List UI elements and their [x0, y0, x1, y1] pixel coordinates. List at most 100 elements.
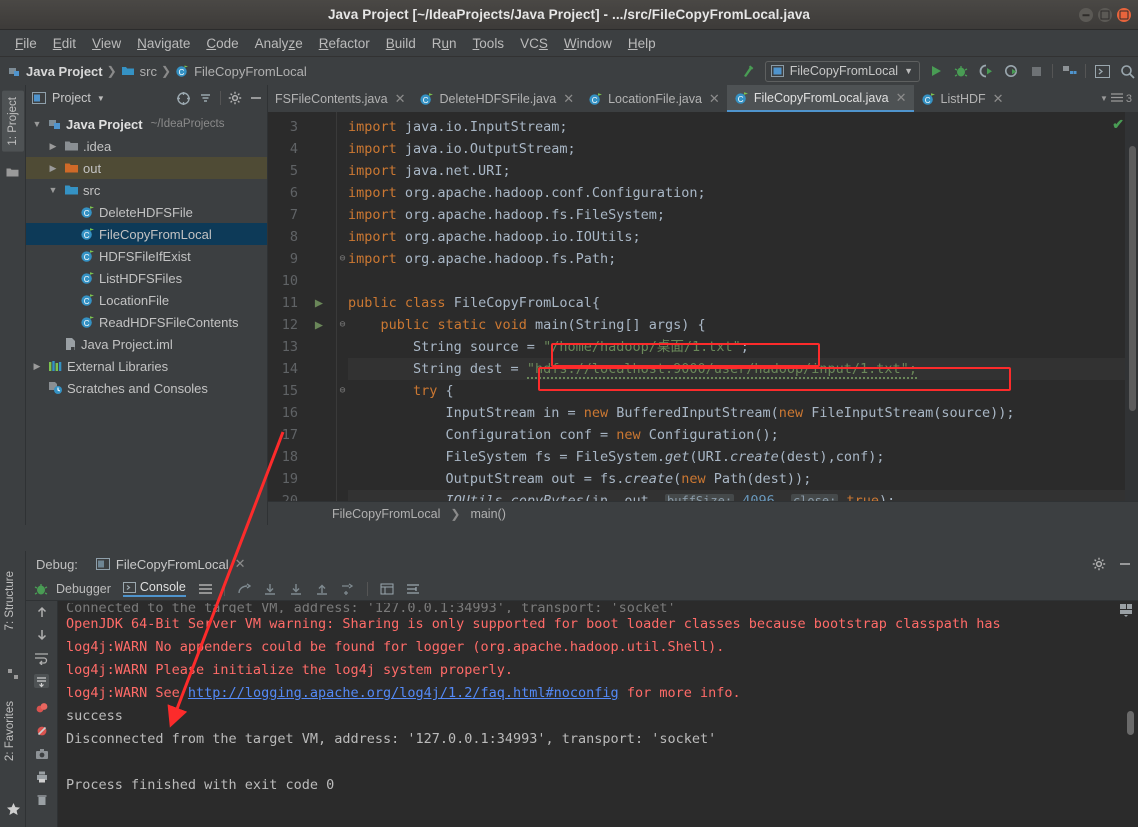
close-button[interactable]: [1117, 8, 1131, 22]
menu-item-code[interactable]: Code: [199, 34, 245, 53]
tree-node-out[interactable]: ▶ out: [26, 157, 267, 179]
run-with-coverage-button[interactable]: [977, 62, 995, 80]
hide-panel-icon[interactable]: [249, 91, 263, 105]
code-line-3[interactable]: import java.io.InputStream;: [348, 116, 1138, 138]
close-icon[interactable]: ✕: [993, 91, 1004, 107]
close-icon[interactable]: ✕: [395, 91, 406, 107]
profile-button[interactable]: [1002, 62, 1020, 80]
run-marker-gutter[interactable]: ▶ ▶: [302, 112, 336, 501]
close-icon[interactable]: ✕: [709, 91, 720, 107]
breadcrumb-src[interactable]: src: [121, 64, 157, 79]
debug-tab-console[interactable]: Console: [122, 580, 186, 597]
evaluate-expression-icon[interactable]: [380, 583, 394, 595]
tree-node-locationfile[interactable]: C LocationFile: [26, 289, 267, 311]
mute-breakpoints-icon[interactable]: [35, 724, 49, 738]
run-gutter-icon[interactable]: ▶: [302, 314, 336, 336]
fold-toggle-icon[interactable]: ⊖: [337, 380, 348, 402]
code-line-6[interactable]: import org.apache.hadoop.conf.Configurat…: [348, 182, 1138, 204]
tree-node-filecopyfromlocal[interactable]: C FileCopyFromLocal: [26, 223, 267, 245]
code-lines[interactable]: import java.io.InputStream; import java.i…: [348, 112, 1138, 501]
tree-node-java-project-iml[interactable]: Java Project.iml: [26, 333, 267, 355]
debug-button[interactable]: [952, 62, 970, 80]
step-out-icon[interactable]: [315, 583, 329, 595]
step-over-icon[interactable]: [237, 582, 251, 595]
code-line-20[interactable]: IOUtils.copyBytes(in, out, buffSize: 409…: [348, 490, 1138, 501]
editor-scrollbar[interactable]: [1129, 146, 1136, 411]
run-configuration-selector[interactable]: FileCopyFromLocal ▼: [764, 60, 920, 82]
menu-icon[interactable]: [198, 583, 212, 595]
minimize-button[interactable]: [1079, 8, 1093, 22]
code-line-18[interactable]: FileSystem fs = FileSystem.get(URI.creat…: [348, 446, 1138, 468]
menu-item-tools[interactable]: Tools: [466, 34, 512, 53]
tree-node-deletehdfsfile[interactable]: C DeleteHDFSFile: [26, 201, 267, 223]
collapse-all-icon[interactable]: [198, 91, 213, 106]
scroll-from-source-icon[interactable]: [176, 91, 191, 106]
gear-icon[interactable]: [228, 91, 242, 105]
run-gutter-icon[interactable]: ▶: [302, 292, 336, 314]
breadcrumb-class[interactable]: C FileCopyFromLocal: [175, 64, 307, 79]
tool-tab-favorites[interactable]: 2: Favorites: [4, 701, 16, 761]
breadcrumb-class-name[interactable]: FileCopyFromLocal: [332, 507, 440, 521]
close-icon[interactable]: ✕: [563, 91, 574, 107]
code-editor[interactable]: 3 4 5 6 7 8 9 10 11 12 13 14 15 16 17 18 19 20 ▶ ▶ ⊖ ⊖ ⊖ imp…: [268, 112, 1138, 501]
close-icon[interactable]: ✕: [896, 90, 907, 106]
code-line-9[interactable]: import org.apache.hadoop.fs.Path;: [348, 248, 1138, 270]
run-button[interactable]: [927, 62, 945, 80]
tree-node-java-project[interactable]: ▼ Java Project ~/IdeaProjects: [26, 113, 267, 135]
tool-tab-structure[interactable]: 7: Structure: [4, 571, 16, 630]
chevron-down-icon[interactable]: ▼: [97, 94, 105, 103]
camera-icon[interactable]: [35, 747, 49, 761]
code-line-5[interactable]: import java.net.URI;: [348, 160, 1138, 182]
tree-node-external-libraries[interactable]: ▶ External Libraries: [26, 355, 267, 377]
chevron-right-icon[interactable]: ▶: [46, 163, 60, 174]
debug-tab-debugger[interactable]: Debugger: [56, 582, 111, 596]
project-tree[interactable]: ▼ Java Project ~/IdeaProjects ▶ .idea ▶ out ▼ sr…: [26, 111, 267, 525]
arrow-up-icon[interactable]: [35, 605, 49, 619]
menu-item-file[interactable]: File: [8, 34, 44, 53]
editor-tab-fsfilecontents-java[interactable]: FSFileContents.java ✕: [268, 85, 412, 112]
close-icon[interactable]: ✕: [235, 556, 246, 572]
run-to-cursor-icon[interactable]: [341, 582, 355, 595]
trash-icon[interactable]: [35, 793, 49, 807]
code-line-10[interactable]: [348, 270, 1138, 292]
menu-item-analyze[interactable]: Analyze: [248, 34, 310, 53]
gear-icon[interactable]: [1092, 557, 1106, 571]
scroll-to-end-icon[interactable]: [34, 674, 49, 688]
console-layout-icon[interactable]: [1119, 603, 1134, 617]
menu-item-vcs[interactable]: VCS: [513, 34, 555, 53]
soft-wrap-icon[interactable]: [34, 651, 49, 665]
code-line-16[interactable]: InputStream in = new BufferedInputStream…: [348, 402, 1138, 424]
code-line-12[interactable]: public static void main(String[] args) {: [348, 314, 1138, 336]
console-link[interactable]: http://logging.apache.org/log4j/1.2/faq.…: [188, 685, 619, 701]
tree-node-hdfsfileifexist[interactable]: C HDFSFileIfExist: [26, 245, 267, 267]
settings-list-icon[interactable]: [406, 583, 420, 595]
chevron-down-icon[interactable]: ▼: [46, 185, 60, 195]
editor-tab-listhdf[interactable]: C ListHDF ✕: [914, 85, 1011, 112]
arrow-down-icon[interactable]: [35, 628, 49, 642]
force-step-into-icon[interactable]: [289, 583, 303, 595]
code-line-8[interactable]: import org.apache.hadoop.io.IOUtils;: [348, 226, 1138, 248]
debug-session-tab[interactable]: FileCopyFromLocal: [116, 557, 229, 572]
code-line-17[interactable]: Configuration conf = new Configuration()…: [348, 424, 1138, 446]
chevron-right-icon[interactable]: ▶: [46, 141, 60, 152]
editor-tab-filecopyfromlocal-java[interactable]: C FileCopyFromLocal.java ✕: [726, 85, 914, 112]
fold-gutter[interactable]: ⊖ ⊖ ⊖: [336, 112, 348, 501]
fold-toggle-icon[interactable]: ⊖: [337, 314, 348, 336]
inspection-ok-icon[interactable]: ✔: [1112, 116, 1124, 133]
editor-tab-locationfile-java[interactable]: C LocationFile.java ✕: [581, 85, 727, 112]
hide-panel-icon[interactable]: [1118, 557, 1132, 571]
breadcrumb-project[interactable]: Java Project: [8, 64, 103, 79]
code-line-4[interactable]: import java.io.OutputStream;: [348, 138, 1138, 160]
menu-item-refactor[interactable]: Refactor: [312, 34, 377, 53]
editor-tab-deletehdfsfile-java[interactable]: C DeleteHDFSFile.java ✕: [412, 85, 581, 112]
code-line-13[interactable]: String source = "/home/hadoop/桌面/1.txt";: [348, 336, 1138, 358]
menu-item-help[interactable]: Help: [621, 34, 663, 53]
tool-tab-project[interactable]: 1: Project: [2, 91, 24, 152]
folder-icon[interactable]: [6, 167, 19, 178]
project-structure-icon[interactable]: [1060, 62, 1078, 80]
build-hammer-icon[interactable]: [740, 62, 758, 80]
editor-tab-overflow[interactable]: ▼ 3: [1094, 85, 1138, 112]
menu-item-run[interactable]: Run: [425, 34, 464, 53]
menu-item-edit[interactable]: Edit: [46, 34, 83, 53]
terminal-icon[interactable]: [1093, 62, 1111, 80]
